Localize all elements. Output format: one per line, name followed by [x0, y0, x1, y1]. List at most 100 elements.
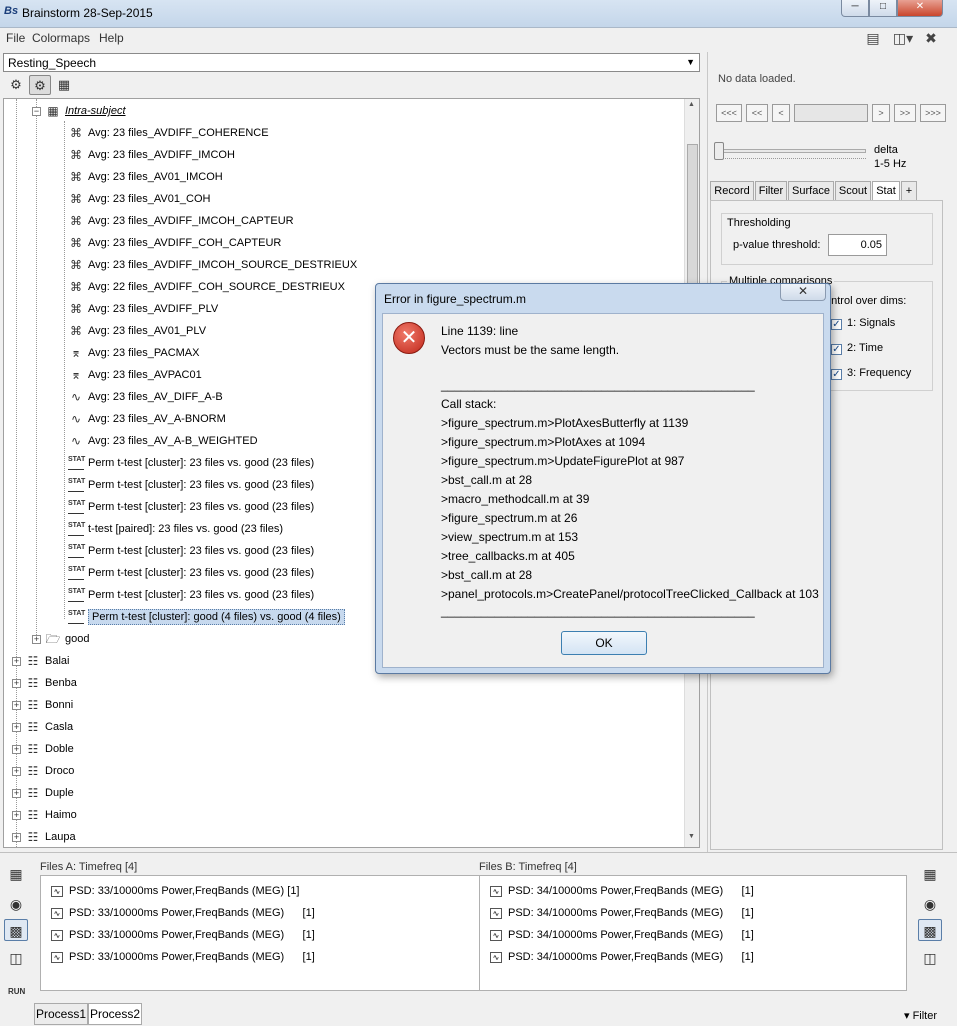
tab-process1[interactable]: Process1	[34, 1003, 88, 1025]
frequency-slider-track[interactable]	[716, 149, 866, 153]
subject-item[interactable]: + ☷ Droco	[12, 760, 74, 782]
tree-item[interactable]: ∿ Avg: 23 files_AV_DIFF_A-B	[68, 386, 223, 408]
protocol-icon[interactable]: ▦	[4, 863, 28, 885]
expand-icon[interactable]: +	[12, 832, 21, 842]
brain-icon[interactable]: ◉	[4, 893, 28, 915]
signals-checkbox[interactable]: ✓	[831, 319, 842, 330]
nav-last-button[interactable]: >>>	[920, 104, 946, 122]
tree-item[interactable]: ⌘ Avg: 23 files_AVDIFF_IMCOH	[68, 144, 235, 166]
expand-icon[interactable]: +	[12, 788, 21, 798]
nav-next-button[interactable]: >	[872, 104, 890, 122]
scroll-down-icon[interactable]: ▼	[688, 833, 695, 840]
subject-item[interactable]: + ☷ Casla	[12, 716, 73, 738]
tree-item[interactable]: ⌘ Avg: 23 files_AVDIFF_IMCOH_SOURCE_DESTR…	[68, 254, 357, 276]
file-row[interactable]: ∿ PSD: 33/10000ms Power,FreqBands (MEG) […	[51, 880, 300, 902]
tree-item[interactable]: STAT Perm t-test [cluster]: 23 files vs. …	[68, 474, 314, 496]
menu-help[interactable]: Help	[99, 31, 124, 45]
scroll-thumb[interactable]	[687, 144, 698, 304]
protocol-icon-b[interactable]: ▦	[918, 863, 942, 885]
maximize-button[interactable]: □	[869, 0, 897, 17]
conditions-view-icon[interactable]: ▦	[53, 75, 75, 95]
expand-icon[interactable]: +	[12, 722, 21, 732]
tree-item[interactable]: ⌘ Avg: 23 files_AV01_PLV	[68, 320, 206, 342]
tree-item[interactable]: ⌘ Avg: 23 files_AVDIFF_PLV	[68, 298, 218, 320]
file-row[interactable]: ∿ PSD: 34/10000ms Power,FreqBands (MEG) […	[490, 902, 754, 924]
pvalue-input[interactable]: 0.05	[828, 234, 887, 256]
file-row[interactable]: ∿ PSD: 34/10000ms Power,FreqBands (MEG) […	[490, 880, 754, 902]
frequency-slider-knob[interactable]	[714, 142, 724, 160]
tree-item[interactable]: ∿ Avg: 23 files_AV_A-BNORM	[68, 408, 226, 430]
tree-item[interactable]: ⌘ Avg: 23 files_AVDIFF_IMCOH_CAPTEUR	[68, 210, 294, 232]
tab-surface[interactable]: Surface	[788, 181, 834, 201]
tree-item[interactable]: ⌘ Avg: 23 files_AV01_COH	[68, 188, 211, 210]
layout-icon[interactable]: ▤	[864, 30, 882, 46]
tree-item[interactable]: STAT Perm t-test [cluster]: good (4 files…	[68, 606, 345, 628]
tree-node-intra-subject[interactable]: − ▦ Intra-subject	[32, 100, 126, 122]
subject-item[interactable]: + ☷ Benba	[12, 672, 77, 694]
tree-item[interactable]: STAT t-test [paired]: 23 files vs. good (…	[68, 518, 283, 540]
tab-filter[interactable]: Filter	[755, 181, 787, 201]
tree-item[interactable]: ⌘ Avg: 23 files_AVDIFF_COHERENCE	[68, 122, 269, 144]
functional-view-icon[interactable]: ⚙	[29, 75, 51, 95]
tree-item[interactable]: ∿ Avg: 23 files_AV_A-B_WEIGHTED	[68, 430, 258, 452]
file-row[interactable]: ∿ PSD: 33/10000ms Power,FreqBands (MEG) […	[51, 902, 315, 924]
anatomy-view-icon[interactable]: ⚙	[5, 75, 27, 95]
expand-icon[interactable]: +	[12, 810, 21, 820]
nav-prev-fast-button[interactable]: <<	[746, 104, 768, 122]
file-row[interactable]: ∿ PSD: 33/10000ms Power,FreqBands (MEG) […	[51, 946, 315, 968]
tree-item[interactable]: STAT Perm t-test [cluster]: 23 files vs. …	[68, 562, 314, 584]
close-panel-icon[interactable]: ✖	[922, 30, 940, 46]
time-checkbox[interactable]: ✓	[831, 344, 842, 355]
tab-process2[interactable]: Process2	[88, 1003, 142, 1025]
expand-icon[interactable]: +	[12, 678, 21, 688]
tab-stat[interactable]: Stat	[872, 181, 900, 202]
timefreq-icon-b[interactable]: ▩	[918, 919, 942, 941]
window-layout-menu-icon[interactable]: ◫▾	[890, 30, 916, 46]
tab-add[interactable]: +	[901, 181, 917, 201]
tree-item[interactable]: ⌘ Avg: 22 files_AVDIFF_COH_SOURCE_DESTRIE…	[68, 276, 345, 298]
tree-item[interactable]: STAT Perm t-test [cluster]: 23 files vs. …	[68, 452, 314, 474]
subject-item[interactable]: + ☷ Laupa	[12, 826, 76, 847]
time-slider[interactable]	[794, 104, 868, 122]
filter-button[interactable]: ▾ Filter	[904, 1009, 937, 1022]
tree-item[interactable]: ⌆ Avg: 23 files_AVPAC01	[68, 364, 202, 386]
tree-item[interactable]: ⌆ Avg: 23 files_PACMAX	[68, 342, 200, 364]
subject-item[interactable]: + ☷ Haimo	[12, 804, 77, 826]
subject-item[interactable]: + ☷ Doble	[12, 738, 74, 760]
frequency-checkbox[interactable]: ✓	[831, 369, 842, 380]
tree-node-good[interactable]: + 🗁 good	[32, 628, 89, 650]
file-row[interactable]: ∿ PSD: 34/10000ms Power,FreqBands (MEG) […	[490, 924, 754, 946]
nav-first-button[interactable]: <<<	[716, 104, 742, 122]
tree-item[interactable]: STAT Perm t-test [cluster]: 23 files vs. …	[68, 584, 314, 606]
run-button[interactable]: RUN	[8, 987, 25, 996]
expand-icon[interactable]: +	[12, 700, 21, 710]
brain-icon-b[interactable]: ◉	[918, 893, 942, 915]
sources-icon-b[interactable]: ◫	[918, 947, 942, 969]
file-row[interactable]: ∿ PSD: 33/10000ms Power,FreqBands (MEG) […	[51, 924, 315, 946]
timefreq-icon[interactable]: ▩	[4, 919, 28, 941]
ok-button[interactable]: OK	[561, 631, 647, 655]
tree-item[interactable]: STAT Perm t-test [cluster]: 23 files vs. …	[68, 496, 314, 518]
expand-icon[interactable]: +	[32, 634, 41, 644]
tab-record[interactable]: Record	[710, 181, 754, 201]
subject-item[interactable]: + ☷ Balai	[12, 650, 69, 672]
menu-file[interactable]: File	[6, 31, 25, 45]
sources-icon[interactable]: ◫	[4, 947, 28, 969]
expand-icon[interactable]: +	[12, 656, 21, 666]
scroll-up-icon[interactable]: ▲	[688, 101, 695, 108]
expand-icon[interactable]: +	[12, 744, 21, 754]
nav-prev-button[interactable]: <	[772, 104, 790, 122]
expand-icon[interactable]: +	[12, 766, 21, 776]
minimize-button[interactable]: ─	[841, 0, 869, 17]
tree-item[interactable]: STAT Perm t-test [cluster]: 23 files vs. …	[68, 540, 314, 562]
file-row[interactable]: ∿ PSD: 34/10000ms Power,FreqBands (MEG) […	[490, 946, 754, 968]
tab-scout[interactable]: Scout	[835, 181, 871, 201]
tree-item[interactable]: ⌘ Avg: 23 files_AVDIFF_COH_CAPTEUR	[68, 232, 281, 254]
subject-item[interactable]: + ☷ Bonni	[12, 694, 73, 716]
subject-item[interactable]: + ☷ Duple	[12, 782, 74, 804]
nav-next-fast-button[interactable]: >>	[894, 104, 916, 122]
protocol-select[interactable]: Resting_Speech ▼	[3, 53, 700, 72]
tree-item[interactable]: ⌘ Avg: 23 files_AV01_IMCOH	[68, 166, 223, 188]
collapse-icon[interactable]: −	[32, 106, 41, 116]
dialog-close-button[interactable]: ✕	[780, 284, 826, 301]
